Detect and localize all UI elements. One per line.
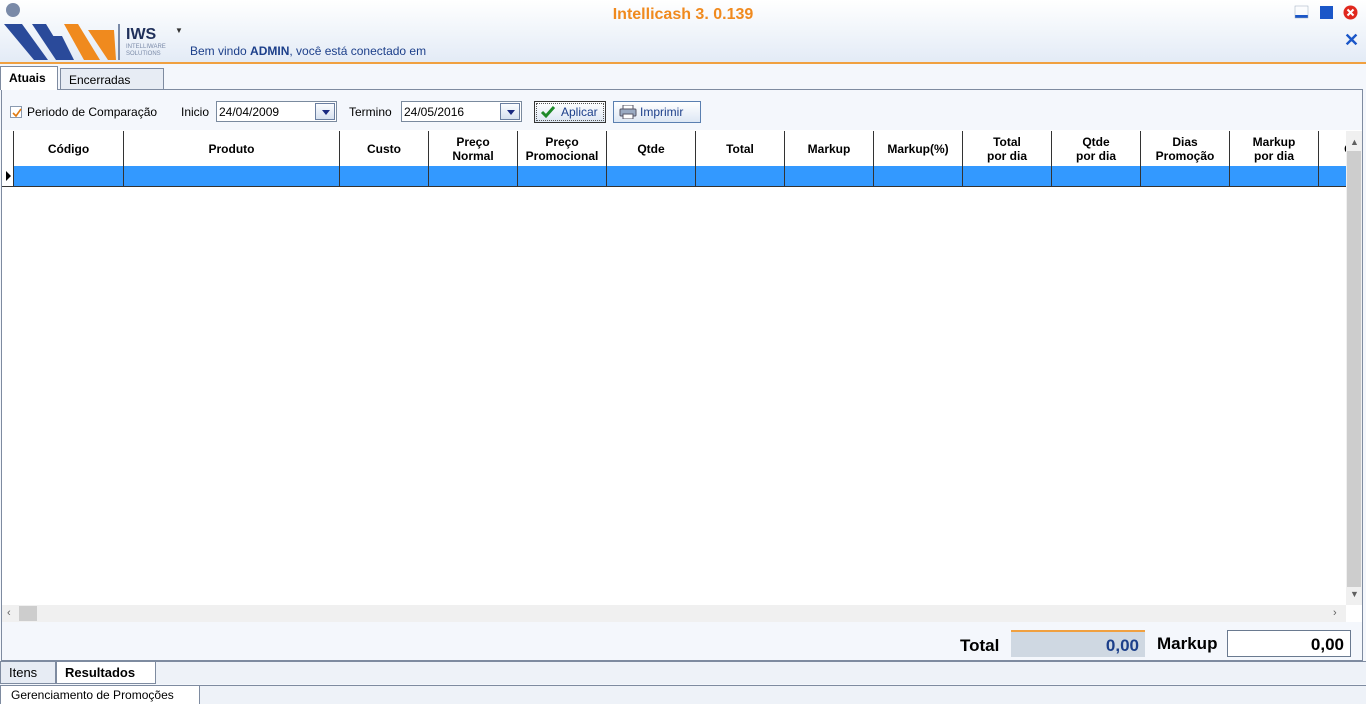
table-cell[interactable] bbox=[785, 166, 874, 186]
vertical-scrollbar[interactable]: ▲ ▼ bbox=[1346, 131, 1362, 605]
filter-toolbar: Periodo de Comparação Inicio 24/04/2009 … bbox=[2, 90, 1362, 130]
inicio-label: Inicio bbox=[181, 105, 210, 119]
horizontal-scroll-thumb[interactable] bbox=[19, 606, 37, 621]
markup-label: Markup bbox=[1157, 634, 1218, 653]
scroll-right-icon[interactable]: › bbox=[1333, 607, 1337, 619]
table-cell[interactable] bbox=[124, 166, 340, 186]
scroll-left-icon[interactable]: ‹ bbox=[7, 607, 11, 619]
printer-icon bbox=[619, 105, 637, 119]
column-header[interactable]: Qtde por dia bbox=[1052, 131, 1141, 166]
inicio-date-value: 24/04/2009 bbox=[219, 105, 280, 119]
table-row[interactable] bbox=[2, 166, 1346, 187]
table-cell[interactable] bbox=[874, 166, 963, 186]
total-value: 0,00 bbox=[1011, 630, 1145, 657]
app-header: IWS INTELLIWARE SOLUTIONS ▼ Bem vindo AD… bbox=[0, 0, 1366, 64]
column-header[interactable]: Markup(%) bbox=[874, 131, 963, 166]
periodo-label: Periodo de Comparação bbox=[27, 105, 158, 119]
imprimir-label: Imprimir bbox=[640, 105, 684, 119]
totals-bar: Total 0,00 Markup 0,00 bbox=[2, 622, 1362, 660]
table-cell[interactable] bbox=[1141, 166, 1230, 186]
checkmark-icon bbox=[12, 108, 22, 118]
logo-text: IWS bbox=[126, 26, 157, 43]
check-icon bbox=[540, 106, 556, 119]
column-header[interactable]: C bbox=[1319, 131, 1346, 166]
column-header[interactable]: Preço Normal bbox=[429, 131, 518, 166]
scroll-down-icon[interactable]: ▼ bbox=[1350, 589, 1359, 599]
close-icon[interactable]: ✕ bbox=[1344, 31, 1359, 49]
periodo-checkbox[interactable] bbox=[10, 106, 22, 118]
table-cell[interactable] bbox=[429, 166, 518, 186]
table-cell[interactable] bbox=[607, 166, 696, 186]
table-cell[interactable] bbox=[340, 166, 429, 186]
maximize-icon[interactable] bbox=[1319, 5, 1334, 20]
welcome-message: Bem vindo ADMIN, você está conectado em bbox=[190, 44, 427, 58]
results-panel: Periodo de Comparação Inicio 24/04/2009 … bbox=[1, 89, 1363, 661]
menu-caret-icon[interactable]: ▼ bbox=[175, 26, 183, 35]
column-header[interactable]: Produto bbox=[124, 131, 340, 166]
tab-resultados[interactable]: Resultados bbox=[56, 662, 156, 684]
tab-atuais[interactable]: Atuais bbox=[0, 66, 58, 90]
close-circle-icon[interactable] bbox=[1343, 5, 1358, 20]
minimize-icon[interactable] bbox=[1294, 5, 1309, 20]
chevron-down-icon[interactable] bbox=[315, 103, 335, 120]
table-cell[interactable] bbox=[1230, 166, 1319, 186]
table-cell[interactable] bbox=[14, 166, 124, 186]
grid-corner bbox=[2, 131, 14, 166]
table-cell[interactable] bbox=[963, 166, 1052, 186]
termino-date-field[interactable]: 24/05/2016 bbox=[401, 101, 522, 122]
column-header[interactable]: Markup por dia bbox=[1230, 131, 1319, 166]
table-cell[interactable] bbox=[518, 166, 607, 186]
total-label: Total bbox=[960, 636, 1000, 655]
termino-date-value: 24/05/2016 bbox=[404, 105, 465, 119]
column-header[interactable]: Código bbox=[14, 131, 124, 166]
column-header[interactable]: Qtde bbox=[607, 131, 696, 166]
status-bar: Gerenciamento de Promoções bbox=[0, 685, 1366, 704]
row-indicator-icon bbox=[2, 166, 14, 187]
tab-itens[interactable]: Itens bbox=[0, 662, 56, 684]
logo-subtitle: INTELLIWARE SOLUTIONS bbox=[126, 44, 166, 57]
table-cell[interactable] bbox=[1319, 166, 1346, 186]
scroll-up-icon[interactable]: ▲ bbox=[1350, 137, 1359, 147]
column-header[interactable]: Custo bbox=[340, 131, 429, 166]
column-header[interactable]: Dias Promoção bbox=[1141, 131, 1230, 166]
table-cell[interactable] bbox=[1052, 166, 1141, 186]
aplicar-label: Aplicar bbox=[561, 105, 598, 119]
column-header[interactable]: Total bbox=[696, 131, 785, 166]
table-cell[interactable] bbox=[696, 166, 785, 186]
grid-header: Código Produto Custo Preço Normal Preço Prom… bbox=[2, 131, 1346, 166]
column-header[interactable]: Markup bbox=[785, 131, 874, 166]
app-title: Intellicash 3. 0.139 bbox=[612, 6, 754, 23]
bottom-tabs: Itens Resultados bbox=[0, 661, 1366, 684]
column-header[interactable]: Preço Promocional bbox=[518, 131, 607, 166]
chevron-down-icon[interactable] bbox=[500, 103, 520, 120]
top-tabs: Atuais Encerradas bbox=[0, 66, 1366, 90]
column-header[interactable]: Total por dia bbox=[963, 131, 1052, 166]
inicio-date-field[interactable]: 24/04/2009 bbox=[216, 101, 337, 122]
horizontal-scrollbar[interactable]: ‹ › bbox=[2, 605, 1346, 622]
tab-gerenciamento-promocoes[interactable]: Gerenciamento de Promoções bbox=[0, 686, 200, 704]
vertical-scroll-thumb[interactable] bbox=[1347, 151, 1361, 587]
aplicar-button[interactable]: Aplicar bbox=[534, 101, 606, 123]
imprimir-button[interactable]: Imprimir bbox=[613, 101, 701, 123]
markup-value: 0,00 bbox=[1227, 630, 1351, 657]
termino-label: Termino bbox=[349, 105, 392, 119]
tab-encerradas[interactable]: Encerradas bbox=[60, 68, 164, 90]
results-grid[interactable]: Código Produto Custo Preço Normal Preço Prom… bbox=[2, 131, 1346, 605]
